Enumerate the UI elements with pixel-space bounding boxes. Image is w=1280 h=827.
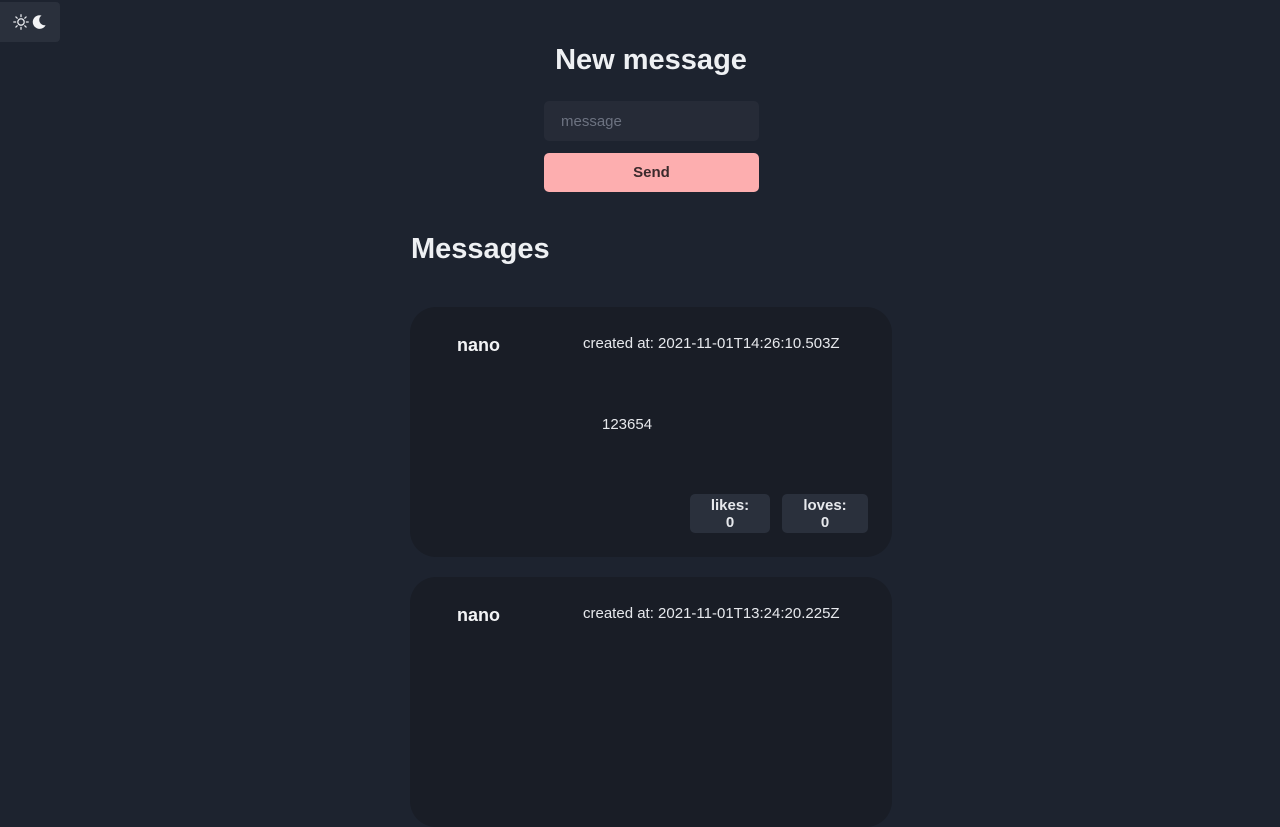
moon-icon bbox=[31, 14, 47, 30]
loves-button[interactable]: loves: 0 bbox=[782, 494, 868, 533]
message-author: nano bbox=[457, 605, 500, 625]
messages-heading: Messages bbox=[411, 233, 550, 265]
message-author: nano bbox=[457, 335, 500, 355]
send-button[interactable]: Send bbox=[544, 153, 759, 192]
theme-toggle-button[interactable] bbox=[0, 2, 60, 42]
likes-button[interactable]: likes: 0 bbox=[690, 494, 770, 533]
sun-icon bbox=[13, 14, 29, 30]
message-card: nano created at: 2021-11-01T14:26:10.503… bbox=[410, 307, 892, 557]
message-timestamp: created at: 2021-11-01T13:24:20.225Z bbox=[583, 605, 840, 622]
message-input[interactable] bbox=[544, 101, 759, 141]
message-body: 123654 bbox=[602, 416, 653, 433]
message-card: nano created at: 2021-11-01T13:24:20.225… bbox=[410, 577, 892, 827]
page-title: New message bbox=[555, 44, 747, 76]
message-timestamp: created at: 2021-11-01T14:26:10.503Z bbox=[583, 335, 840, 352]
